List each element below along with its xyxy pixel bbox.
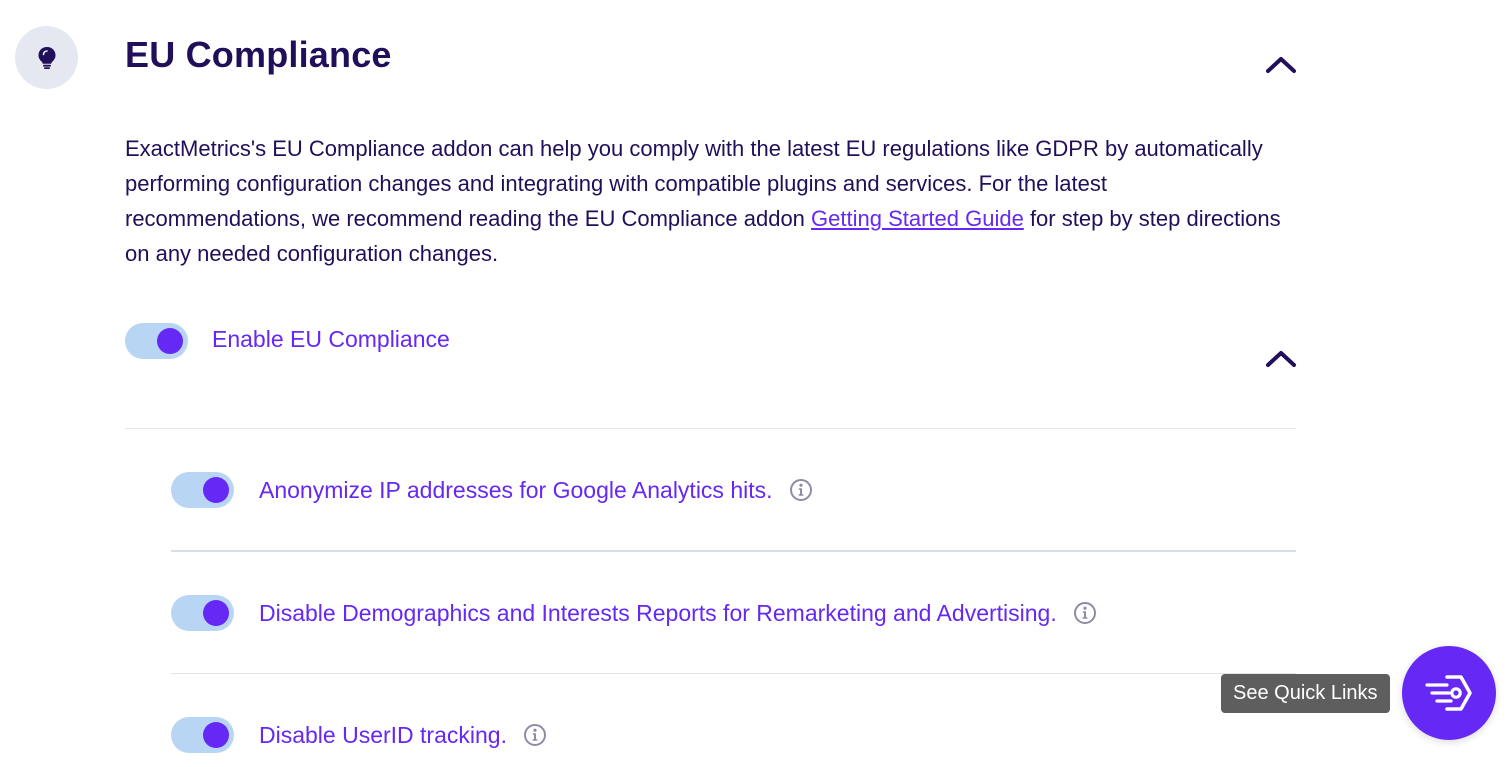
getting-started-guide-link[interactable]: Getting Started Guide <box>811 206 1024 231</box>
divider <box>171 550 1296 552</box>
toggle-knob <box>203 477 229 503</box>
divider <box>171 673 1296 674</box>
settings-collapse-chevron-up-icon[interactable] <box>1265 348 1297 368</box>
info-icon[interactable] <box>789 478 813 502</box>
anonymize-ip-label[interactable]: Anonymize IP addresses for Google Analyt… <box>259 477 773 504</box>
section-description: ExactMetrics's EU Compliance addon can h… <box>125 131 1285 271</box>
eu-compliance-settings-page: EU Compliance ExactMetrics's EU Complian… <box>0 0 1508 767</box>
lightbulb-icon <box>15 26 78 89</box>
toggle-knob <box>203 722 229 748</box>
setting-row-disable-demographics: Disable Demographics and Interests Repor… <box>171 595 1097 631</box>
disable-demographics-toggle[interactable] <box>171 595 234 631</box>
enable-eu-compliance-toggle[interactable] <box>125 323 188 359</box>
info-icon[interactable] <box>1073 601 1097 625</box>
toggle-knob <box>203 600 229 626</box>
disable-userid-label[interactable]: Disable UserID tracking. <box>259 722 507 749</box>
section-title: EU Compliance <box>125 34 392 75</box>
toggle-knob <box>157 328 183 354</box>
divider <box>125 428 1296 429</box>
disable-userid-toggle[interactable] <box>171 717 234 753</box>
disable-demographics-label[interactable]: Disable Demographics and Interests Repor… <box>259 600 1057 627</box>
info-icon[interactable] <box>523 723 547 747</box>
enable-eu-compliance-label[interactable]: Enable EU Compliance <box>212 326 450 353</box>
quick-links-button[interactable] <box>1402 646 1496 740</box>
setting-row-anonymize-ip: Anonymize IP addresses for Google Analyt… <box>171 472 813 508</box>
anonymize-ip-toggle[interactable] <box>171 472 234 508</box>
section-collapse-chevron-up-icon[interactable] <box>1265 54 1297 74</box>
quick-links-tooltip: See Quick Links <box>1221 674 1390 713</box>
setting-row-disable-userid: Disable UserID tracking. <box>171 717 547 753</box>
quick-links-icon <box>1425 675 1472 711</box>
